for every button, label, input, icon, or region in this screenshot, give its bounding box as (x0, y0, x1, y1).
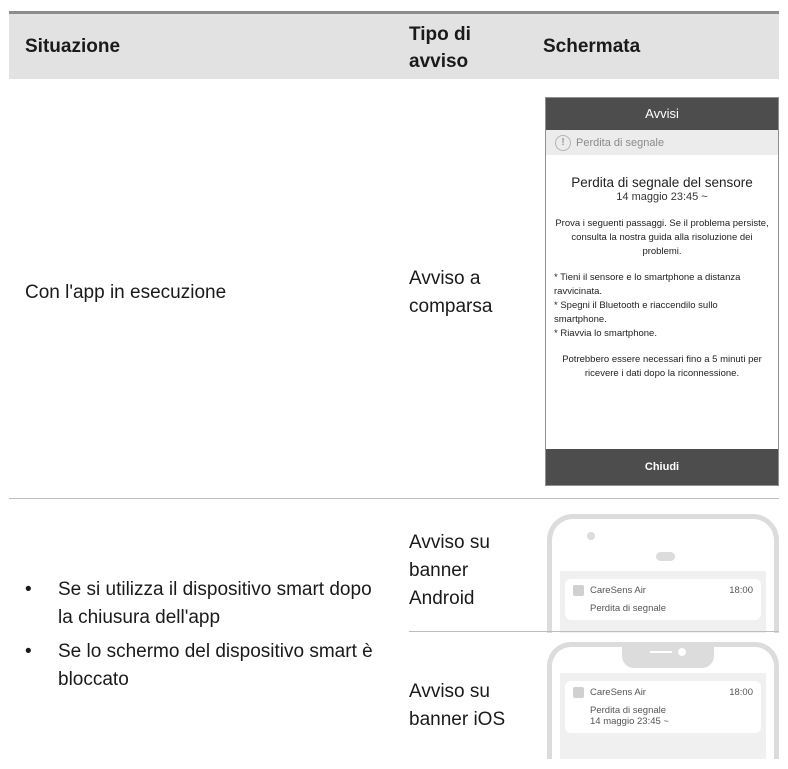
notch (622, 647, 714, 668)
android-notification[interactable]: CareSens Air 18:00 Perdita di segnale (565, 579, 761, 620)
popup-heading: Perdita di segnale del sensore (571, 175, 753, 190)
app-icon (573, 687, 584, 698)
notification-date: 14 maggio 23:45 ~ (590, 716, 669, 727)
popup-step: * Riavvia lo smartphone. (554, 328, 657, 339)
row-separator (9, 498, 779, 499)
android-screen: CareSens Air 18:00 Perdita di segnale (560, 571, 766, 633)
popup-steps: * Tieni il sensore e lo smartphone a dis… (554, 271, 770, 341)
notification-time: 18:00 (729, 687, 753, 698)
sub-row-separator (409, 631, 779, 632)
speaker-icon (656, 552, 675, 561)
popup-step: * Tieni il sensore e lo smartphone a dis… (554, 272, 741, 297)
table-header: Situazione Tipo di avviso Schermata (9, 14, 779, 79)
ios-notification[interactable]: CareSens Air 18:00 Perdita di segnale 14… (565, 681, 761, 733)
alert-type-android: Avviso su banner Android (409, 532, 490, 609)
header-alert-type: Tipo di avviso (409, 24, 471, 72)
popup-note: Potrebbero essere necessari fino a 5 min… (562, 354, 762, 379)
warning-icon: ! (555, 134, 571, 151)
ios-phone-mockup: CareSens Air 18:00 Perdita di segnale 14… (547, 642, 779, 759)
header-screen: Schermata (543, 36, 641, 57)
popup-subtitle: Perdita di segnale (576, 136, 665, 149)
notification-time: 18:00 (729, 585, 753, 596)
popup-date: 14 maggio 23:45 ~ (616, 191, 708, 203)
list-item: Se lo schermo del dispositivo smart è bl… (25, 638, 385, 694)
list-item: Se si utilizza il dispositivo smart dopo… (25, 576, 385, 632)
ios-screen: CareSens Air 18:00 Perdita di segnale 14… (560, 673, 766, 759)
notification-message: Perdita di segnale (590, 603, 667, 614)
alert-type-popup: Avviso a comparsa (409, 268, 493, 317)
popup-title: Avvisi (546, 98, 778, 130)
notification-app: CareSens Air (590, 687, 646, 698)
camera-icon (587, 532, 595, 540)
camera-icon (678, 648, 686, 656)
speaker-icon (650, 651, 672, 653)
situation-list: Se si utilizza il dispositivo smart dopo… (25, 576, 385, 700)
situation-app-running: Con l'app in esecuzione (25, 282, 227, 303)
android-phone-mockup: CareSens Air 18:00 Perdita di segnale (547, 514, 779, 633)
header-situation: Situazione (25, 36, 121, 57)
close-button[interactable]: Chiudi (546, 449, 778, 485)
popup-body: Perdita di segnale del sensore 14 maggio… (546, 175, 778, 381)
alert-table: Situazione Tipo di avviso Schermata Con … (9, 11, 779, 763)
notification-app: CareSens Air (590, 585, 646, 596)
notification-message: Perdita di segnale 14 maggio 23:45 ~ (573, 705, 753, 727)
popup-step: * Spegni il Bluetooth e riaccendilo sull… (554, 300, 718, 325)
notification-text: Perdita di segnale (590, 705, 667, 716)
popup-screenshot: Avvisi ! Perdita di segnale Perdita di s… (545, 97, 779, 486)
alert-type-ios: Avviso su banner iOS (409, 681, 506, 730)
popup-text: Prova i seguenti passaggi. Se il problem… (555, 218, 769, 257)
popup-subtitle-bar: ! Perdita di segnale (546, 130, 778, 155)
app-icon (573, 585, 584, 596)
